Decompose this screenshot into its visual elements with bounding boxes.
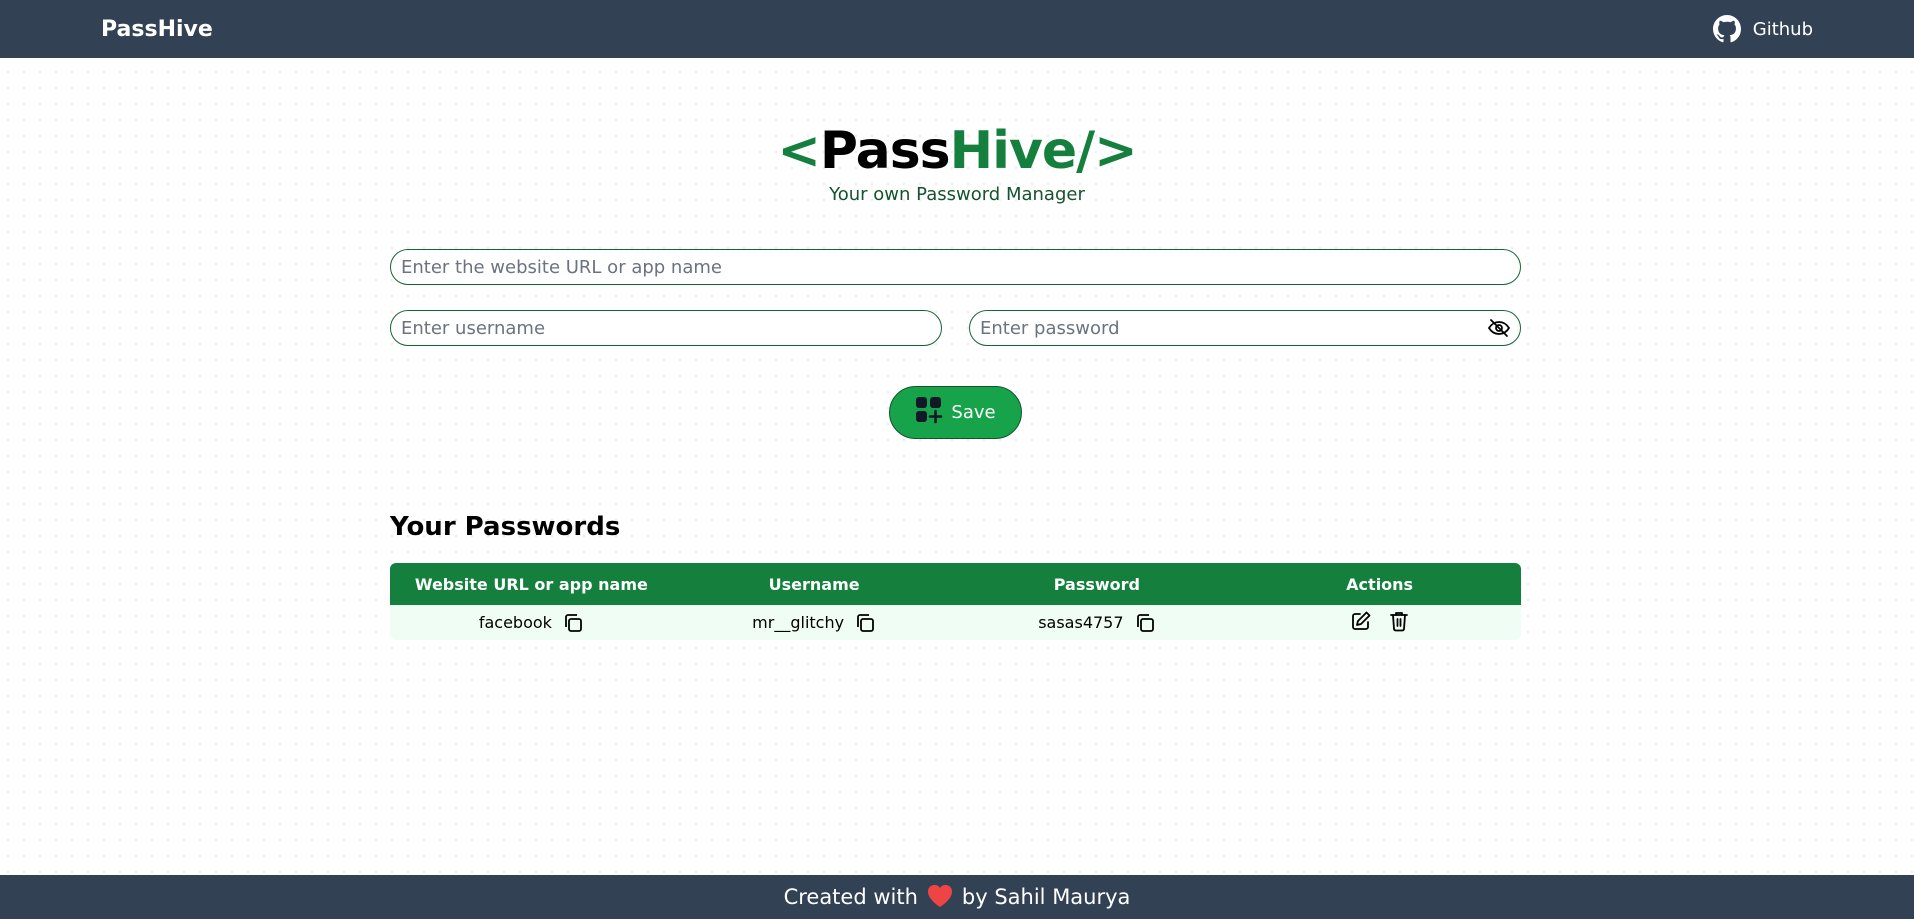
copy-site-icon[interactable] xyxy=(562,612,584,634)
password-input-placeholder: Enter password xyxy=(980,317,1120,339)
hero: <PassHive/> Your own Password Manager xyxy=(0,118,1914,205)
site-input-placeholder: Enter the website URL or app name xyxy=(401,256,722,278)
site-value: facebook xyxy=(478,613,552,632)
col-username: Username xyxy=(768,574,860,594)
eye-off-icon[interactable] xyxy=(1487,318,1511,338)
github-link[interactable]: Github xyxy=(1712,15,1813,43)
password-input[interactable]: Enter password xyxy=(969,310,1521,346)
add-grid-icon xyxy=(915,396,943,429)
username-cell: mr__glitchy xyxy=(673,605,956,640)
password-form: Enter the website URL or app name Enter … xyxy=(390,249,1521,346)
github-label: Github xyxy=(1752,18,1813,40)
footer-suffix: by Sahil Maurya xyxy=(961,885,1131,909)
github-icon xyxy=(1712,15,1741,43)
logo-pass: Pass xyxy=(819,121,951,181)
save-button[interactable]: Save xyxy=(889,386,1022,439)
table-header-row: Website URL or app name Username Passwor… xyxy=(390,563,1521,605)
tagline: Your own Password Manager xyxy=(829,184,1085,205)
logo-close-bracket: > xyxy=(1094,121,1138,181)
save-label: Save xyxy=(951,402,996,423)
logo-hive: Hive/ xyxy=(949,121,1095,181)
trash-icon[interactable] xyxy=(1388,610,1410,632)
navbar: PassHive Github xyxy=(0,0,1914,58)
actions-cell xyxy=(1238,605,1521,640)
passwords-table: Website URL or app name Username Passwor… xyxy=(390,563,1521,640)
copy-username-icon[interactable] xyxy=(854,612,876,634)
page-logo: <PassHive/> xyxy=(0,118,1914,184)
table-row: facebook mr__glitchy sasas4757 xyxy=(390,605,1521,640)
section-title: Your Passwords xyxy=(390,512,621,542)
password-cell: sasas4757 xyxy=(956,605,1239,640)
username-input-placeholder: Enter username xyxy=(401,317,546,339)
password-value: sasas4757 xyxy=(1038,613,1124,632)
col-actions: Actions xyxy=(1346,574,1414,594)
logo-open-bracket: < xyxy=(777,121,821,181)
edit-icon[interactable] xyxy=(1350,610,1372,632)
site-cell: facebook xyxy=(390,605,673,640)
brand-logo[interactable]: PassHive xyxy=(101,17,213,42)
col-site: Website URL or app name xyxy=(414,574,648,594)
copy-password-icon[interactable] xyxy=(1134,612,1156,634)
username-input[interactable]: Enter username xyxy=(390,310,942,346)
username-value: mr__glitchy xyxy=(752,613,845,632)
footer: Created with by Sahil Maurya xyxy=(0,875,1914,919)
footer-prefix: Created with xyxy=(783,885,918,909)
site-input[interactable]: Enter the website URL or app name xyxy=(390,249,1521,285)
heart-icon xyxy=(926,882,954,913)
col-password: Password xyxy=(1053,574,1140,594)
